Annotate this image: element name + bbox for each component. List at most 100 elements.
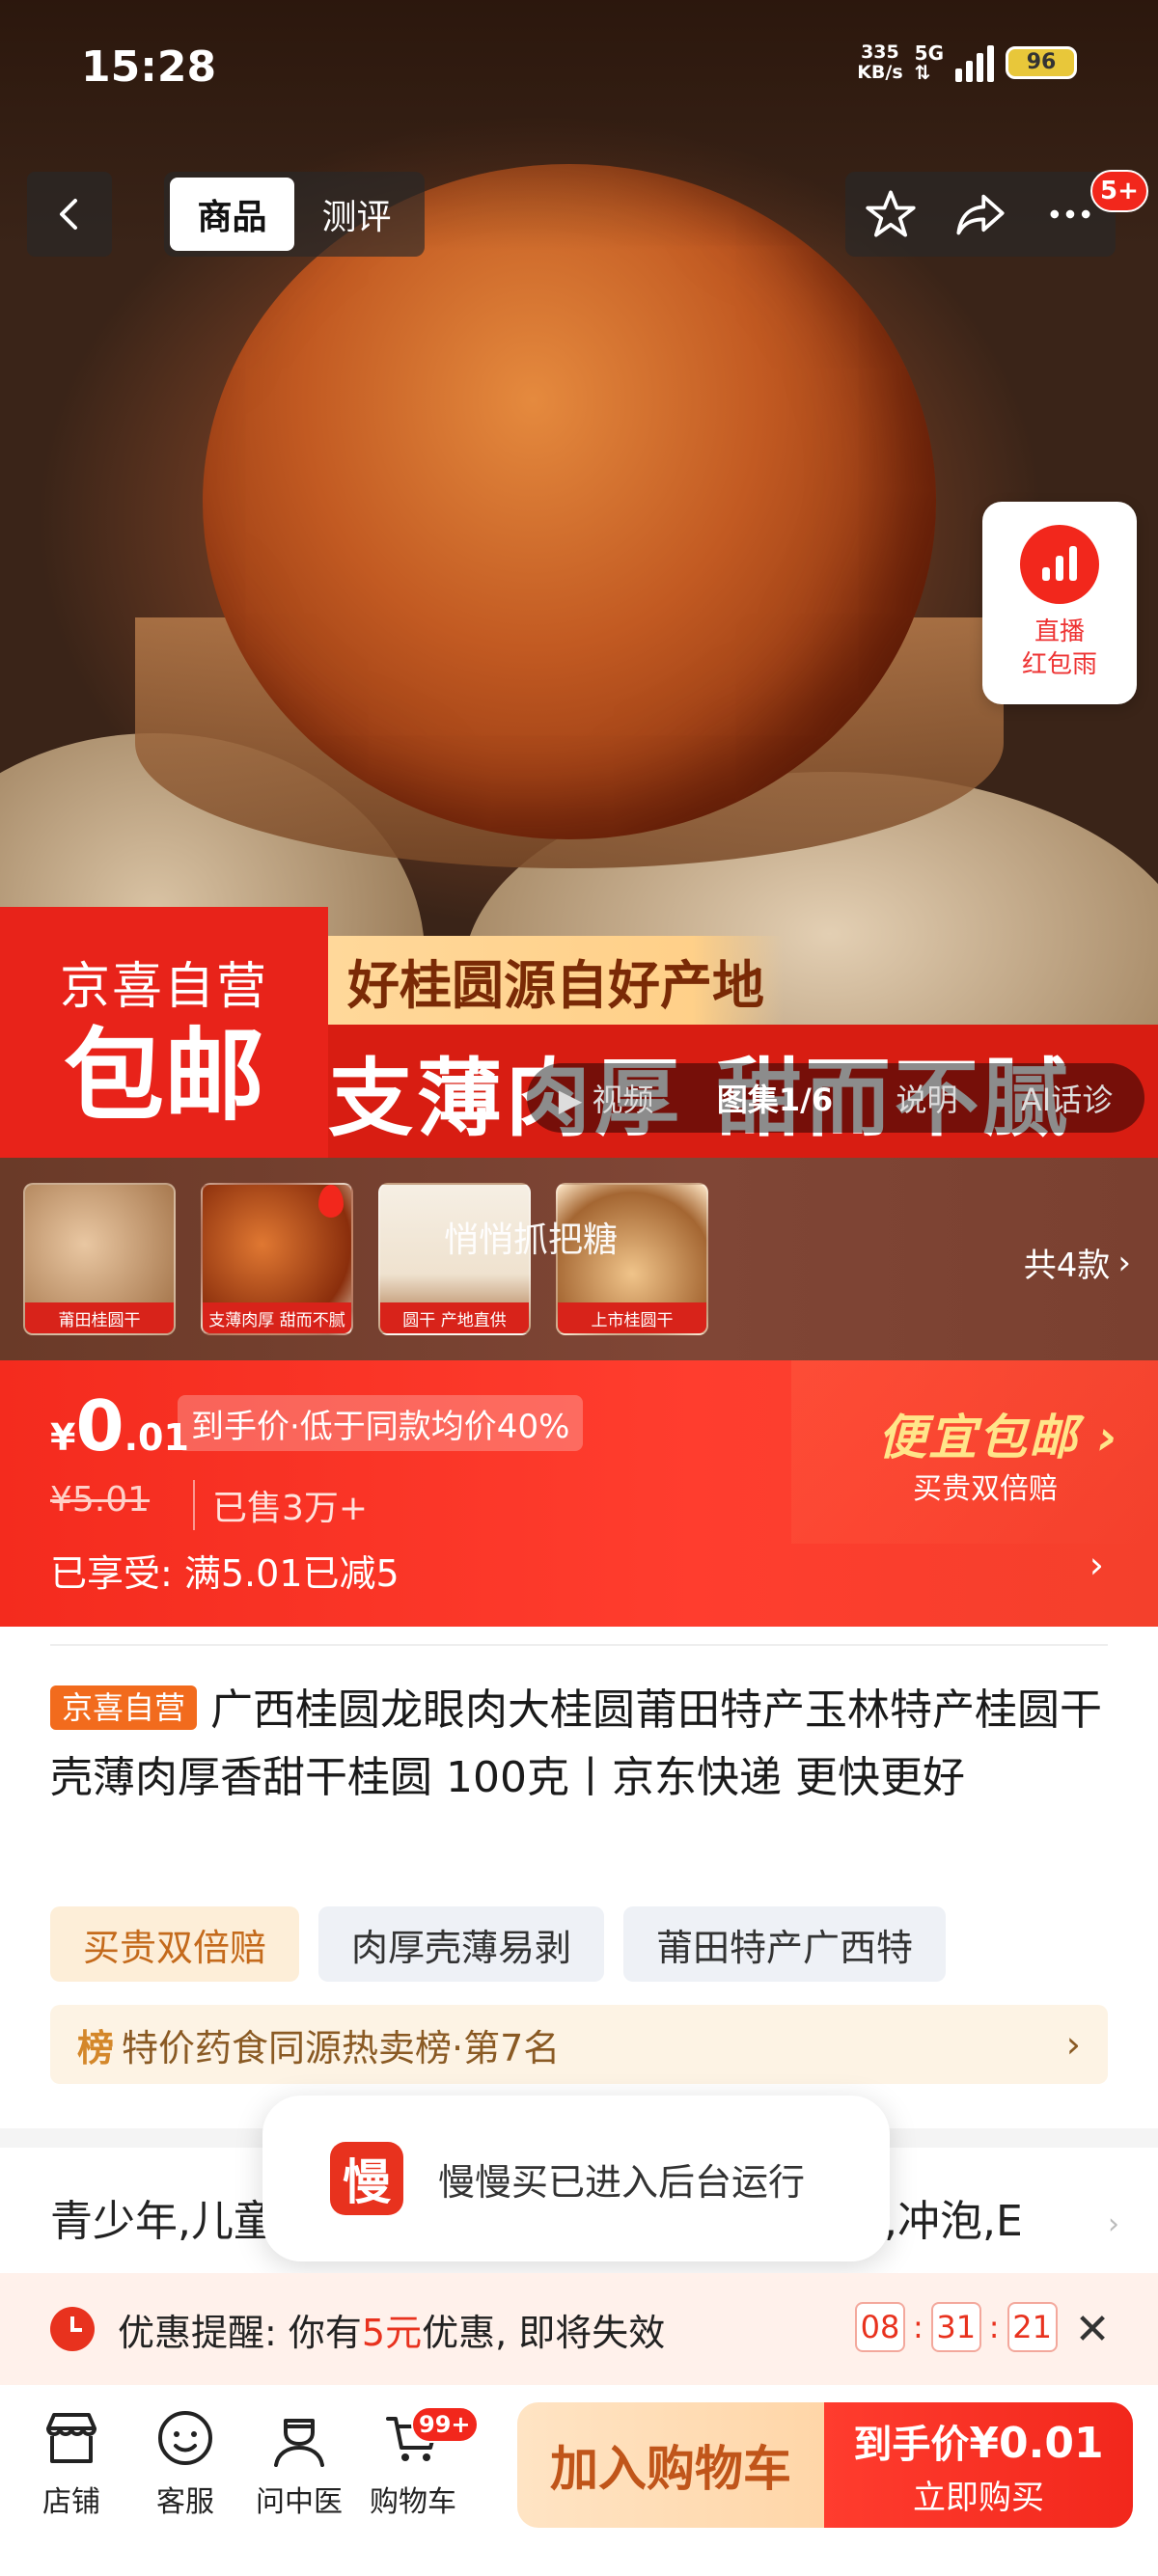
media-tab-video[interactable]: ▶ 视频 (559, 1076, 654, 1120)
buy-now-button[interactable]: 到手价¥0.01 立即购买 (824, 2402, 1133, 2528)
star-icon (866, 190, 916, 237)
all-variants-link[interactable]: 共4款 › (1024, 1239, 1131, 1286)
coupon-text-before: 你有 (288, 2311, 362, 2354)
countdown-timer: 08 : 31 : 21 (855, 2302, 1058, 2352)
status-time: 15:28 (81, 42, 217, 92)
countdown-sep: : (913, 2309, 924, 2345)
share-icon (956, 194, 1005, 235)
promo-title[interactable]: 便宜包邮 › (878, 1399, 1119, 1468)
data-arrows-icon: ⇅ (914, 61, 931, 84)
status-bar: 15:28 335 KB/s 5G ⇅ 96 (0, 0, 1158, 135)
media-tab-instructions[interactable]: 说明 (896, 1076, 958, 1120)
rank-icon: 榜 (77, 2026, 115, 2069)
price-tag: 到手价·低于同款均价40% (178, 1395, 584, 1451)
chevron-right-icon: › (1117, 1243, 1131, 1282)
hero-free-shipping: 包邮 (63, 1017, 264, 1135)
live-label: 直播 红包雨 (1022, 616, 1097, 681)
doctor-button[interactable]: 问中医 (241, 2404, 357, 2520)
media-tab-ai[interactable]: AI话诊 (1021, 1076, 1113, 1120)
price-panel: ¥ 0 .01 到手价·低于同款均价40% ¥5.01 已售3万+ 已享受: 满… (0, 1360, 1158, 1627)
variant-thumb[interactable]: 莆田桂圆干 (23, 1183, 176, 1335)
thumb-caption: 圆干 产地直供 (380, 1302, 529, 1333)
product-title: 广西桂圆龙眼肉大桂圆莆田特产玉林特产桂圆干壳薄肉厚香甜干桂圆 100克丨京东快递… (50, 1685, 1103, 1802)
toast-text: 慢慢买已进入后台运行 (438, 2160, 806, 2204)
bottom-action-bar: 店铺 客服 问中医 购物车 99+ 加入购物车 到手价¥0.01 立即购买 (0, 2385, 1158, 2576)
rank-text: 特价药食同源热卖榜·第7名 (122, 2026, 561, 2069)
tab-review[interactable]: 测评 (294, 178, 419, 251)
doctor-label: 问中医 (256, 2485, 343, 2519)
coupon-reminder[interactable]: 优惠提醒: 你有5元优惠, 即将失效 08 : 31 : 21 ✕ (0, 2273, 1158, 2385)
media-tabs: ▶ 视频 图集1/6 说明 AI话诊 (527, 1063, 1144, 1133)
coupon-text: 优惠提醒: 你有5元优惠, 即将失效 (118, 2303, 665, 2356)
network-type: 5G ⇅ (915, 43, 944, 82)
cart-badge: 99+ (411, 2406, 479, 2443)
doctor-icon (265, 2404, 333, 2472)
favorite-button[interactable] (857, 180, 924, 248)
nav-actions (845, 172, 1116, 257)
discount-applied[interactable]: 已享受: 满5.01已减5 (50, 1544, 400, 1597)
product-info-card: 京喜自营 广西桂圆龙眼肉大桂圆莆田特产玉林特产桂圆干壳薄肉厚香甜干桂圆 100克丨… (0, 1627, 1158, 2128)
product-title-block: 京喜自营 广西桂圆龙眼肉大桂圆莆田特产玉林特产桂圆干壳薄肉厚香甜干桂圆 100克丨… (50, 1677, 1112, 1812)
chevron-right-icon[interactable]: › (1089, 1544, 1104, 1586)
buy-price-value: ¥0.01 (969, 2418, 1104, 2468)
live-label-line1: 直播 (1034, 617, 1085, 646)
hero-slogan-1: 好桂圆源自好产地 (328, 936, 784, 1025)
net-speed: 335 KB/s (857, 42, 902, 83)
buy-price-prefix: 到手价 (853, 2422, 970, 2467)
chevron-right-icon: › (1108, 2207, 1119, 2241)
add-to-cart-button[interactable]: 加入购物车 (517, 2402, 824, 2528)
variant-thumb[interactable]: 支薄肉厚 甜而不腻 (201, 1183, 353, 1335)
background-run-toast: 慢 慢慢买已进入后台运行 (262, 2096, 890, 2261)
hero-longan (203, 164, 936, 839)
countdown-hours: 08 (855, 2302, 905, 2352)
live-red-packet-float[interactable]: 直播 红包雨 (982, 502, 1137, 704)
countdown-sep: : (988, 2309, 1000, 2345)
clock-icon (50, 2307, 95, 2351)
attribute-left: 青少年,儿童 (50, 2197, 276, 2246)
message-badge: 5+ (1090, 170, 1148, 212)
thumb-caption: 支薄肉厚 甜而不腻 (203, 1302, 351, 1333)
net-speed-unit: KB/s (857, 62, 903, 83)
chip-origin[interactable]: 莆田特产广西特 (623, 1906, 947, 1982)
store-tag: 京喜自营 (50, 1685, 198, 1730)
store-icon (38, 2404, 105, 2472)
media-tab-video-label: 视频 (592, 1082, 654, 1118)
chip-price-guarantee[interactable]: 买贵双倍赔 (50, 1906, 300, 1982)
live-icon (1020, 525, 1099, 604)
hot-flame-icon (318, 1185, 344, 1218)
media-tab-gallery[interactable]: 图集1/6 (717, 1076, 833, 1120)
page-tabs: 商品 测评 (164, 172, 425, 257)
back-button[interactable] (27, 172, 112, 257)
sold-count: 已售3万+ (193, 1480, 368, 1530)
store-label: 店铺 (42, 2485, 100, 2519)
tab-product[interactable]: 商品 (170, 178, 294, 251)
chip-feature[interactable]: 肉厚壳薄易剥 (318, 1906, 605, 1982)
more-icon (1050, 209, 1090, 219)
countdown-minutes: 31 (930, 2302, 981, 2352)
variants-label: 共4款 (1023, 1247, 1111, 1285)
buy-now-label: 立即购买 (913, 2478, 1044, 2517)
share-button[interactable] (947, 180, 1014, 248)
signal-icon (955, 43, 994, 82)
feature-chips: 买贵双倍赔 肉厚壳薄易剥 莆田特产广西特 (50, 1906, 947, 1982)
coupon-label: 优惠提醒: (118, 2311, 277, 2354)
back-icon (60, 199, 77, 230)
service-label: 客服 (156, 2485, 214, 2519)
service-button[interactable]: 客服 (127, 2404, 243, 2520)
promo-subtitle: 买贵双倍赔 (913, 1472, 1058, 1506)
thumb-caption: 莆田桂圆干 (25, 1302, 174, 1333)
countdown-seconds: 21 (1006, 2302, 1058, 2352)
net-speed-value: 335 (861, 41, 899, 63)
store-button[interactable]: 店铺 (14, 2404, 129, 2520)
coupon-text-after: 优惠, 即将失效 (422, 2311, 666, 2354)
hero-store-tag: 京喜自营 (59, 958, 268, 1016)
status-indicators: 335 KB/s 5G ⇅ 96 (857, 42, 1077, 83)
overlay-caption: 悄悄抓把糖 (444, 1220, 619, 1260)
ranking-bar[interactable]: 榜 特价药食同源热卖榜·第7名 › (50, 2005, 1108, 2084)
service-icon (152, 2404, 219, 2472)
price-integer: 0 (75, 1385, 124, 1466)
close-icon[interactable]: ✕ (1065, 2302, 1119, 2356)
cart-label: 购物车 (370, 2485, 456, 2519)
divider (50, 1644, 1108, 1646)
current-price: ¥ 0 .01 (50, 1385, 189, 1466)
